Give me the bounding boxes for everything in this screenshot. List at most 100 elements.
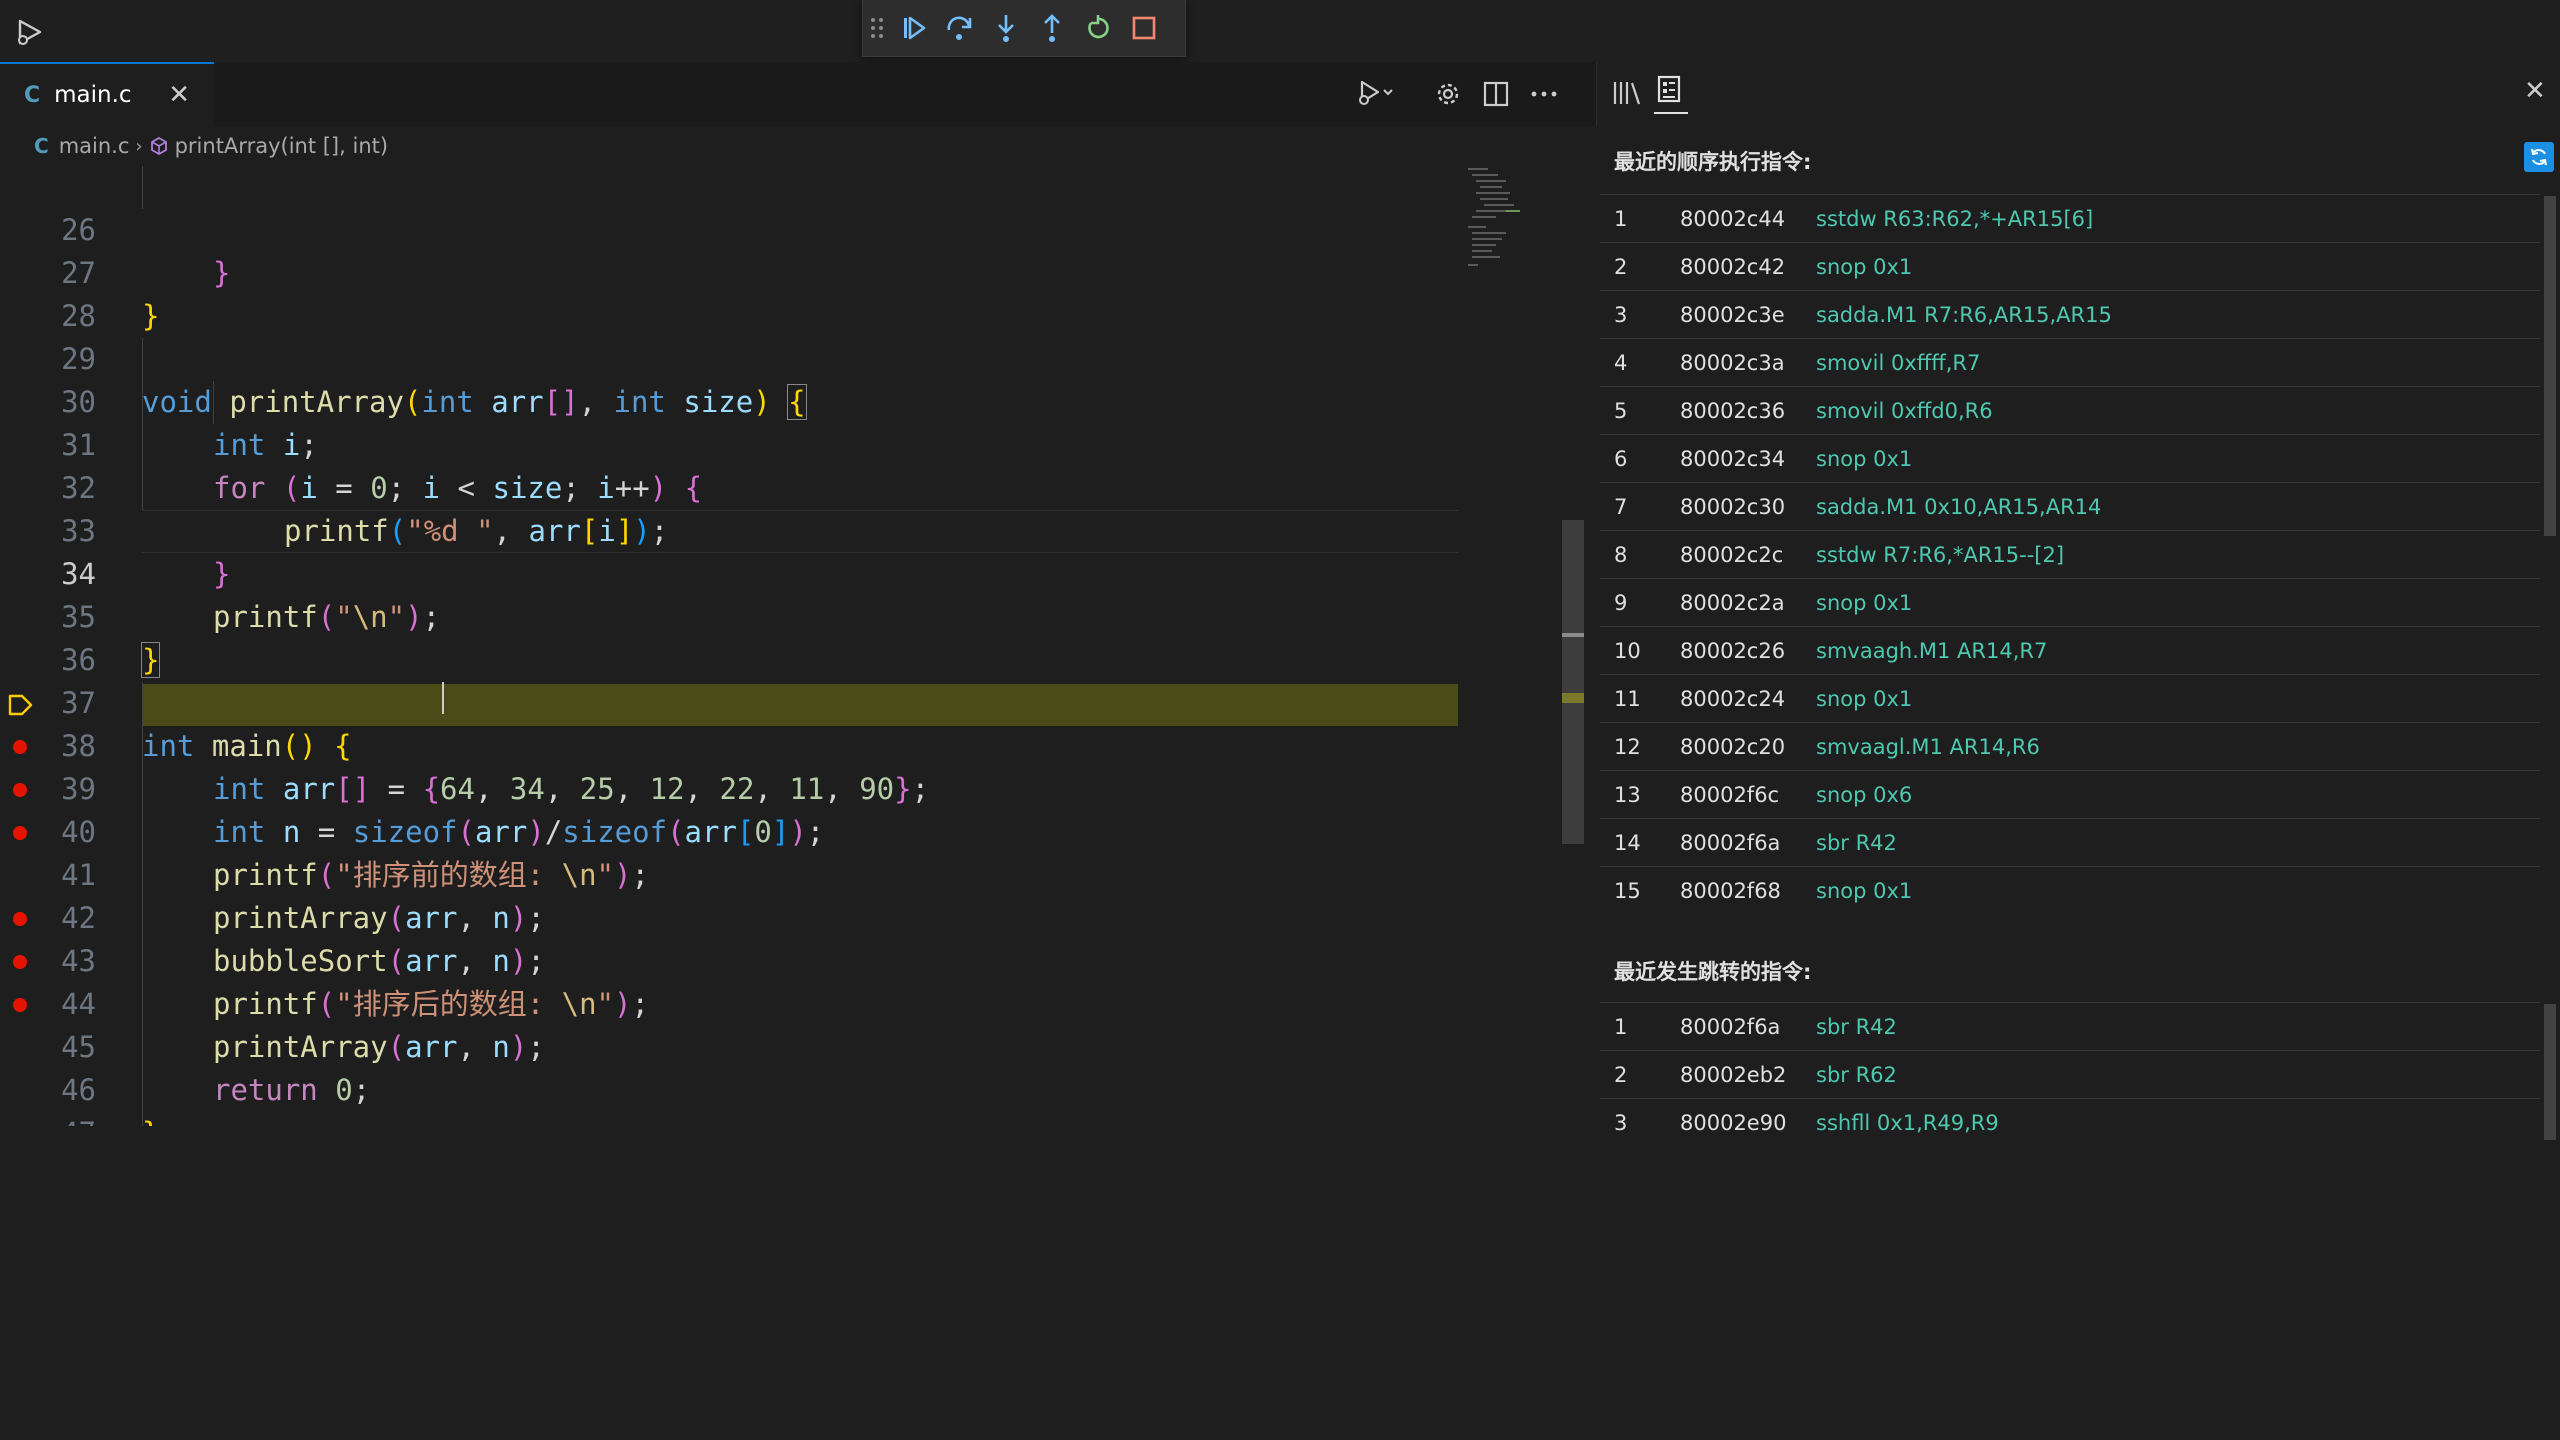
- table-row[interactable]: 9 80002c2a snop 0x1: [1600, 579, 2540, 627]
- table-row[interactable]: 2 80002c42 snop 0x1: [1600, 243, 2540, 291]
- close-icon[interactable]: ✕: [2524, 76, 2546, 106]
- table-row[interactable]: 5 80002c36 smovil 0xffd0,R6: [1600, 387, 2540, 435]
- row-address: 80002f6a: [1680, 1015, 1781, 1039]
- step-into-icon[interactable]: [983, 0, 1029, 56]
- row-instruction: sstdw R7:R6,*AR15--[2]: [1816, 543, 2065, 567]
- drag-grip-icon[interactable]: [863, 0, 891, 56]
- row-index: 3: [1614, 1111, 1628, 1135]
- tab-main-c[interactable]: C main.c ✕: [0, 62, 214, 126]
- row-instruction: smovil 0xffff,R7: [1816, 351, 1981, 375]
- row-index: 1: [1614, 207, 1628, 231]
- row-instruction: snop 0x1: [1816, 447, 1913, 471]
- breadcrumb-file[interactable]: main.c: [59, 134, 130, 158]
- line-number: 47: [0, 1112, 96, 1126]
- code-line: 38 int arr[] = {64, 34, 25, 12, 22, 11, …: [0, 682, 1460, 806]
- table-row[interactable]: 7 80002c30 sadda.M1 0x10,AR15,AR14: [1600, 483, 2540, 531]
- scrollbar-cursor-marker: [1562, 633, 1584, 637]
- editor-scrollbar-thumb[interactable]: [1562, 520, 1584, 844]
- row-address: 80002c36: [1680, 399, 1786, 423]
- jump-section-title: 最近发生跳转的指令:: [1614, 960, 1812, 984]
- row-index: 2: [1614, 1063, 1628, 1087]
- split-editor-icon[interactable]: [1476, 74, 1516, 114]
- more-icon[interactable]: [1524, 74, 1564, 114]
- table-row[interactable]: 6 80002c34 snop 0x1: [1600, 435, 2540, 483]
- row-address: 80002c44: [1680, 207, 1786, 231]
- row-instruction: sbr R42: [1816, 1015, 1897, 1039]
- stop-icon[interactable]: [1121, 0, 1167, 56]
- c-file-icon: C: [24, 82, 41, 108]
- code-line: 44 printArray(arr, n);: [0, 940, 1460, 1064]
- table-row[interactable]: 8 80002c2c sstdw R7:R6,*AR15--[2]: [1600, 531, 2540, 579]
- breakpoint-dot[interactable]: [13, 912, 27, 926]
- row-instruction: sbr R62: [1816, 1063, 1897, 1087]
- code-line: 30 int i;: [0, 338, 1460, 462]
- table-row[interactable]: 2 80002eb2 sbr R62: [1600, 1051, 2540, 1099]
- minimap[interactable]: [1462, 166, 1562, 286]
- code-line: 39 int n = sizeof(arr)/sizeof(arr[0]);: [0, 725, 1460, 849]
- gear-icon[interactable]: [1428, 74, 1468, 114]
- step-out-icon[interactable]: [1029, 0, 1075, 56]
- code-token: }: [142, 1116, 159, 1126]
- row-index: 11: [1614, 687, 1641, 711]
- code-line: 47: [0, 1069, 1460, 1126]
- code-editor[interactable]: 26 } 27 } 28 29 void printArray(int arr[…: [0, 166, 1590, 1126]
- table-row[interactable]: 3 80002e90 sshfll 0x1,R49,R9: [1600, 1099, 2540, 1140]
- code-line: 42 bubbleSort(arr, n);: [0, 854, 1460, 978]
- table-row[interactable]: 3 80002c3e sadda.M1 R7:R6,AR15,AR15: [1600, 291, 2540, 339]
- row-instruction: smvaagh.M1 AR14,R7: [1816, 639, 2048, 663]
- symbol-method-icon: [149, 136, 169, 156]
- code-line: 31 for (i = 0; i < size; i++) {: [0, 381, 1460, 505]
- table-row[interactable]: 10 80002c26 smvaagh.M1 AR14,R7: [1600, 627, 2540, 675]
- breadcrumb-symbol[interactable]: printArray(int [], int): [175, 134, 388, 158]
- scrollbar-exec-marker: [1562, 693, 1584, 703]
- table-row[interactable]: 15 80002f68 snop 0x1: [1600, 867, 2540, 915]
- current-execution-arrow-icon: [8, 693, 34, 717]
- code-line: 43 printf("排序后的数组: \n");: [0, 897, 1460, 1021]
- row-index: 2: [1614, 255, 1628, 279]
- breakpoint-dot[interactable]: [13, 826, 27, 840]
- panel-content: 最近的顺序执行指令: 1 80002c44 sstdw R63:R62,*+AR15…: [1596, 126, 2560, 1140]
- table-row[interactable]: 12 80002c20 smvaagl.M1 AR14,R6: [1600, 723, 2540, 771]
- panel-header: ✕: [1596, 62, 2560, 126]
- table-row[interactable]: 11 80002c24 snop 0x1: [1600, 675, 2540, 723]
- sequential-scrollbar-thumb[interactable]: [2544, 196, 2556, 536]
- continue-icon[interactable]: [891, 0, 937, 56]
- row-instruction: snop 0x6: [1816, 783, 1913, 807]
- breakpoint-dot[interactable]: [13, 955, 27, 969]
- breakpoint-dot[interactable]: [13, 783, 27, 797]
- row-index: 14: [1614, 831, 1641, 855]
- empty-area: [0, 1140, 2560, 1440]
- code-line: 28: [0, 252, 1460, 333]
- row-index: 1: [1614, 1015, 1628, 1039]
- row-index: 6: [1614, 447, 1628, 471]
- table-row[interactable]: 1 80002f6a sbr R42: [1600, 1003, 2540, 1051]
- row-instruction: sadda.M1 0x10,AR15,AR14: [1816, 495, 2102, 519]
- code-line: 36: [0, 596, 1460, 677]
- table-row[interactable]: 4 80002c3a smovil 0xffff,R7: [1600, 339, 2540, 387]
- run-debug-icon[interactable]: [14, 16, 46, 48]
- breakpoint-dot[interactable]: [13, 740, 27, 754]
- code-line: 45 return 0;: [0, 983, 1460, 1107]
- row-address: 80002c2c: [1680, 543, 1784, 567]
- code-line: 32 printf("%d ", arr[i]);: [0, 424, 1460, 548]
- row-instruction: snop 0x1: [1816, 879, 1913, 903]
- row-index: 9: [1614, 591, 1628, 615]
- refresh-icon[interactable]: [2524, 142, 2554, 172]
- close-icon[interactable]: ✕: [168, 80, 190, 110]
- library-icon[interactable]: [1610, 78, 1644, 110]
- row-index: 3: [1614, 303, 1628, 327]
- row-instruction: sadda.M1 R7:R6,AR15,AR15: [1816, 303, 2112, 327]
- registers-icon[interactable]: [1654, 74, 1688, 114]
- table-row[interactable]: 1 80002c44 sstdw R63:R62,*+AR15[6]: [1600, 195, 2540, 243]
- restart-icon[interactable]: [1075, 0, 1121, 56]
- breakpoint-dot[interactable]: [13, 998, 27, 1012]
- run-dropdown-icon[interactable]: [1356, 74, 1396, 114]
- row-address: 80002eb2: [1680, 1063, 1787, 1087]
- step-over-icon[interactable]: [937, 0, 983, 56]
- table-row[interactable]: 14 80002f6a sbr R42: [1600, 819, 2540, 867]
- debug-toolbar: [862, 0, 1186, 57]
- sequential-section-title: 最近的顺序执行指令:: [1614, 150, 1812, 174]
- jump-scrollbar-thumb[interactable]: [2544, 1004, 2556, 1140]
- table-row[interactable]: 13 80002f6c snop 0x6: [1600, 771, 2540, 819]
- row-address: 80002c34: [1680, 447, 1786, 471]
